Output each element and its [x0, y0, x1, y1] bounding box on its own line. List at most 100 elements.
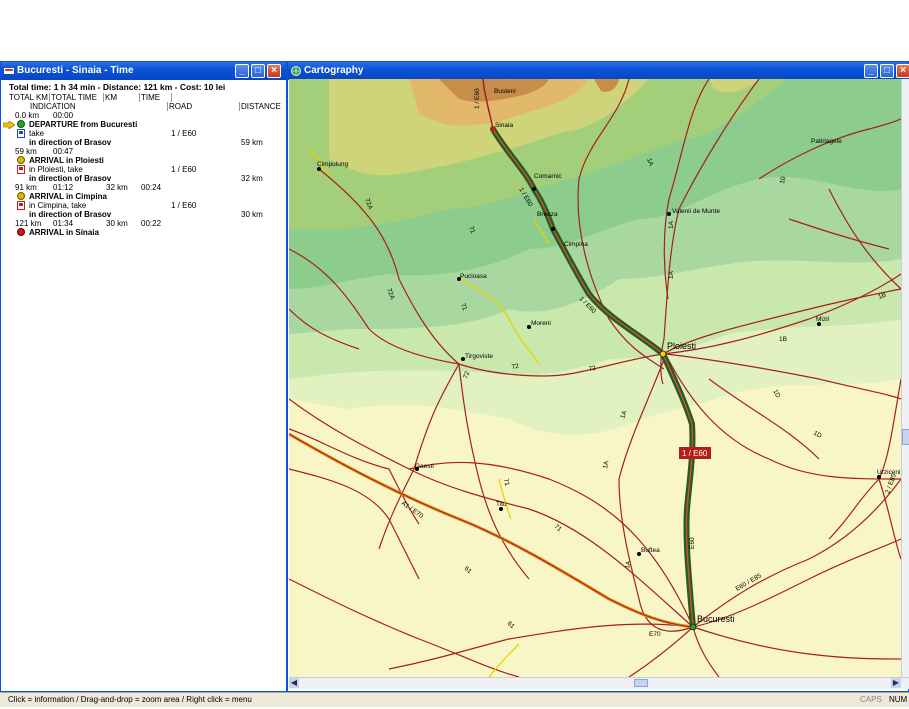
- step-text: in direction of Brasov: [29, 174, 112, 183]
- total-km: 59 km: [15, 147, 37, 156]
- map-window-title: Cartography: [304, 65, 364, 76]
- road-label: 1 / E60: [474, 88, 481, 109]
- list-item[interactable]: ARRIVAL in Sinaia: [1, 228, 281, 237]
- route-doc-icon: [4, 68, 14, 74]
- close-button[interactable]: ×: [896, 64, 909, 78]
- road-sign-icon: [17, 201, 25, 210]
- maximize-button[interactable]: □: [251, 64, 265, 78]
- header-km[interactable]: KM: [104, 93, 140, 102]
- departure-icon: [17, 120, 25, 128]
- status-hint: Click = information / Drag-and-drop = zo…: [8, 695, 252, 704]
- city-label: Ploiesti: [667, 341, 696, 351]
- list-item[interactable]: 91 km 01:12 32 km 00:24: [1, 183, 281, 192]
- header-time[interactable]: TIME: [140, 93, 172, 102]
- road-sign-icon: [17, 165, 25, 174]
- globe-icon: [291, 66, 301, 76]
- step-text: in Ploiesti, take: [29, 165, 83, 174]
- step-text: ARRIVAL in Cimpina: [29, 192, 107, 201]
- minimize-button[interactable]: _: [864, 64, 878, 78]
- leg-time: 00:22: [141, 219, 162, 228]
- list-item[interactable]: ARRIVAL in Cimpina: [1, 192, 281, 201]
- city-label: Breaza: [537, 211, 558, 218]
- step-distance: 32 km: [241, 174, 263, 183]
- city-label: Gaesti: [415, 463, 434, 470]
- step-distance: 59 km: [241, 138, 263, 147]
- header-total-time[interactable]: TOTAL TIME: [50, 93, 104, 102]
- city-label: Urziceni: [877, 469, 900, 476]
- map-canvas[interactable]: Busteni Sinaia Comarnic Breaza Cimpina V…: [289, 79, 901, 677]
- list-item[interactable]: 121 km 01:34 30 km 00:22: [1, 219, 281, 228]
- header-indication[interactable]: INDICATION: [29, 102, 168, 111]
- scroll-thumb[interactable]: [634, 679, 648, 687]
- total-time: 00:47: [53, 147, 74, 156]
- status-bar: Click = information / Drag-and-drop = zo…: [0, 692, 909, 707]
- scroll-thumb[interactable]: [902, 429, 909, 445]
- road-label: 1B: [779, 336, 787, 343]
- leg-time: 00:24: [141, 183, 162, 192]
- city-label: Titu: [496, 501, 507, 508]
- list-item[interactable]: take 1 / E60: [1, 129, 281, 138]
- city-label: Bucuresti: [697, 614, 735, 624]
- header-road[interactable]: ROAD: [168, 102, 240, 111]
- route-summary: Total time: 1 h 34 min - Distance: 121 k…: [9, 82, 226, 92]
- list-item[interactable]: 59 km 00:47: [1, 147, 281, 156]
- city-label: Cimpulung: [317, 161, 348, 168]
- city-label: Buftea: [641, 547, 660, 554]
- road-label: 1A: [668, 220, 675, 229]
- city-label: Mizil: [816, 316, 830, 323]
- list-item[interactable]: ARRIVAL in Ploiesti: [1, 156, 281, 165]
- header-distance[interactable]: DISTANCE: [240, 102, 281, 111]
- city-label: Cimpina: [564, 241, 588, 248]
- header-total-km[interactable]: TOTAL KM: [8, 93, 50, 102]
- map-horizontal-scrollbar[interactable]: ◀ ▶: [289, 677, 909, 689]
- step-text: in direction of Brasov: [29, 210, 112, 219]
- list-item[interactable]: in direction of Brasov 30 km: [1, 210, 281, 219]
- arrival-icon: [17, 228, 25, 236]
- city-label: Patirlagele: [811, 138, 842, 145]
- column-headers-bottom: INDICATION ROAD DISTANCE: [1, 102, 281, 111]
- list-item[interactable]: in Ploiesti, take 1 / E60: [1, 165, 281, 174]
- scroll-right-button[interactable]: ▶: [891, 678, 901, 688]
- route-window: Bucuresti - Sinaia - Time _ □ × Total ti…: [0, 61, 287, 692]
- step-road: 1 / E60: [171, 165, 197, 174]
- close-button[interactable]: ×: [267, 64, 281, 78]
- map-window-titlebar[interactable]: Cartography _ □ ×: [288, 62, 909, 80]
- city-label: Tirgoviste: [465, 353, 493, 360]
- total-time: 00:00: [53, 111, 74, 120]
- arrival-icon: [17, 192, 25, 200]
- list-item[interactable]: in Cimpina, take 1 / E60: [1, 201, 281, 210]
- total-time: 01:34: [53, 219, 74, 228]
- scroll-left-button[interactable]: ◀: [289, 678, 299, 688]
- route-highlight-label: 1 / E60: [682, 449, 708, 458]
- road-label: 1A: [668, 270, 675, 279]
- road-label: E60: [689, 537, 696, 549]
- total-time: 01:12: [53, 183, 74, 192]
- map-vertical-scrollbar[interactable]: [901, 79, 909, 677]
- step-text: in Cimpina, take: [29, 201, 87, 210]
- maximize-button[interactable]: □: [880, 64, 894, 78]
- list-item[interactable]: in direction of Brasov 59 km: [1, 138, 281, 147]
- step-road: 1 / E60: [171, 201, 197, 210]
- step-text: ARRIVAL in Sinaia: [29, 228, 99, 237]
- total-km: 91 km: [15, 183, 37, 192]
- map-svg[interactable]: Busteni Sinaia Comarnic Breaza Cimpina V…: [289, 79, 901, 677]
- step-text: take: [29, 129, 45, 138]
- city-label: Busteni: [494, 88, 516, 95]
- current-arrow-icon: [3, 121, 15, 129]
- route-window-title: Bucuresti - Sinaia - Time: [17, 65, 134, 76]
- num-indicator: NUM: [889, 695, 908, 704]
- road-label: E70: [649, 631, 661, 638]
- step-text: DEPARTURE from Bucuresti: [29, 120, 138, 129]
- route-window-titlebar[interactable]: Bucuresti - Sinaia - Time _ □ ×: [1, 62, 286, 80]
- column-headers-top: TOTAL KM TOTAL TIME KM TIME: [1, 93, 281, 102]
- step-text: in direction of Brasov: [29, 138, 112, 147]
- list-item[interactable]: in direction of Brasov 32 km: [1, 174, 281, 183]
- list-item[interactable]: 0.0 km 00:00: [1, 111, 281, 120]
- step-road: 1 / E60: [171, 129, 197, 138]
- total-km: 0.0 km: [15, 111, 40, 120]
- city-label: Valenii de Munte: [672, 208, 720, 215]
- total-km: 121 km: [15, 219, 42, 228]
- minimize-button[interactable]: _: [235, 64, 249, 78]
- list-item[interactable]: DEPARTURE from Bucuresti: [1, 120, 281, 129]
- caps-indicator: CAPS: [860, 695, 882, 704]
